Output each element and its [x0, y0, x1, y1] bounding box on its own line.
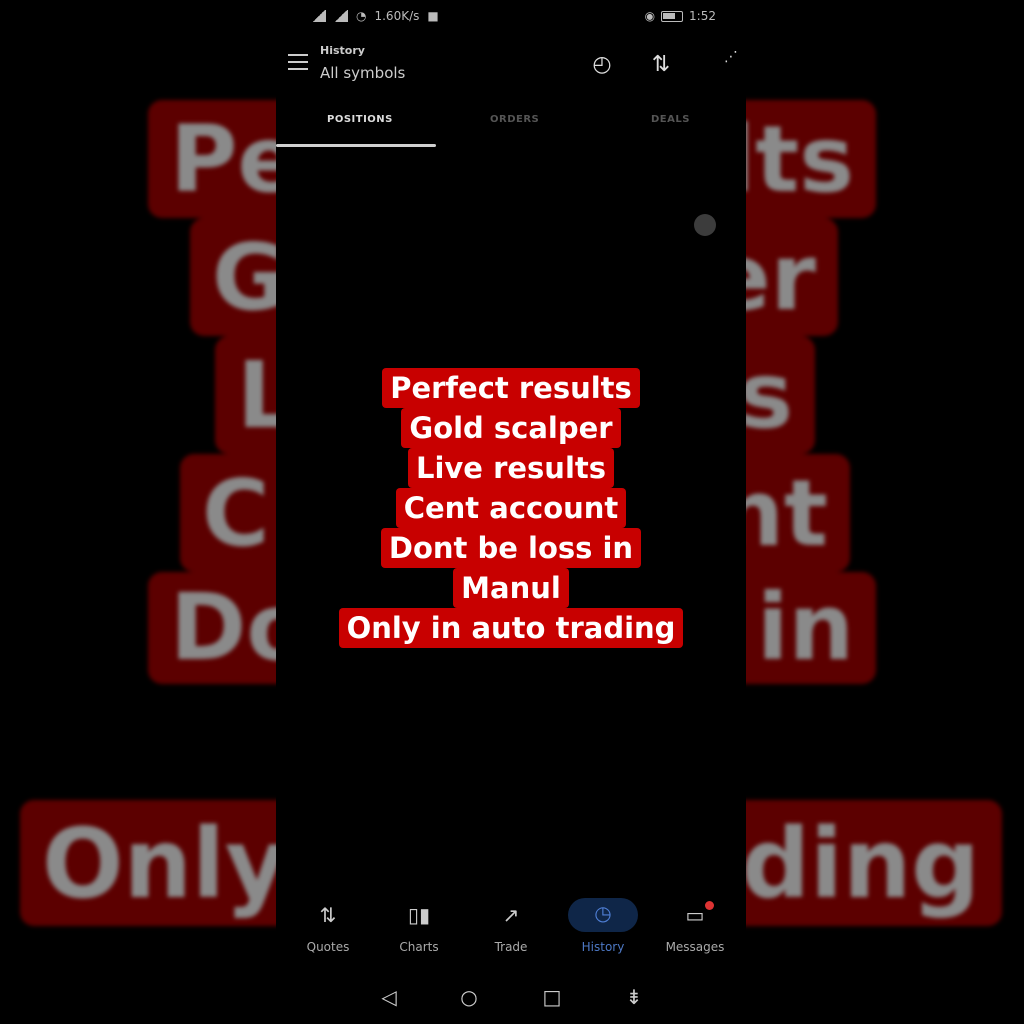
charts-icon: ▯▮	[407, 903, 430, 927]
wifi-icon: ◔	[356, 9, 367, 23]
tab-positions[interactable]: POSITIONS	[327, 114, 393, 125]
network-speed: 1.60K/s	[374, 9, 420, 23]
signal-icon	[312, 10, 326, 22]
nav-label: History	[581, 940, 625, 954]
back-icon[interactable]: ◁	[376, 984, 402, 1010]
notification-drawer-icon[interactable]: ⇟	[621, 984, 647, 1010]
caption-line: Manul	[453, 568, 569, 608]
caption-line: Perfect results	[382, 368, 640, 408]
caption-line: Live results	[407, 448, 615, 488]
history-tabs: POSITIONS ORDERS DEALS	[276, 106, 746, 148]
active-tab-indicator	[276, 144, 436, 147]
trade-icon: ↗	[502, 903, 520, 927]
caption-line: Cent account	[395, 488, 627, 528]
system-nav-bar: ◁ ○ □ ⇟	[276, 978, 746, 1018]
app-header: History All symbols ◴ ⇅ ⋰	[276, 38, 746, 94]
page-title: History	[320, 44, 365, 57]
phone-screen: ◔ 1.60K/s ■ ◉ 1:52 History All symbols ◴…	[276, 0, 746, 1024]
nav-label: Charts	[399, 940, 439, 954]
status-bar: ◔ 1.60K/s ■ ◉ 1:52	[276, 0, 746, 34]
notification-badge	[705, 901, 714, 910]
more-icon[interactable]: ⋰	[716, 50, 746, 80]
tab-deals[interactable]: DEALS	[651, 114, 690, 125]
menu-icon[interactable]	[288, 54, 308, 70]
nav-history[interactable]: ◷ History	[558, 896, 648, 954]
alarm-icon: ◉	[644, 9, 656, 23]
nav-label: Quotes	[306, 940, 350, 954]
scroll-indicator[interactable]	[694, 214, 716, 236]
nav-messages[interactable]: ▭ Messages	[650, 896, 740, 954]
history-icon: ◷	[568, 898, 638, 932]
signal-icon	[334, 10, 348, 22]
nav-charts[interactable]: ▯▮ Charts	[374, 896, 464, 954]
quotes-icon: ⇅	[319, 903, 337, 927]
symbol-filter[interactable]: All symbols	[320, 64, 405, 82]
period-clock-icon[interactable]: ◴	[587, 50, 617, 80]
nav-label: Messages	[665, 940, 725, 954]
clock-time: 1:52	[689, 9, 716, 23]
bottom-nav: ⇅ Quotes ▯▮ Charts ↗ Trade ◷ History ▭ M…	[276, 896, 746, 962]
recent-apps-icon[interactable]: □	[539, 984, 565, 1010]
tab-orders[interactable]: ORDERS	[490, 114, 539, 125]
nav-quotes[interactable]: ⇅ Quotes	[283, 896, 373, 954]
nav-trade[interactable]: ↗ Trade	[466, 896, 556, 954]
caption-line: Only in auto trading	[338, 608, 684, 648]
overlay-caption: Perfect results Gold scalper Live result…	[276, 368, 746, 648]
sort-icon[interactable]: ⇅	[646, 50, 676, 80]
nav-label: Trade	[494, 940, 528, 954]
home-icon[interactable]: ○	[456, 984, 482, 1010]
camera-icon: ■	[427, 9, 439, 23]
caption-line: Gold scalper	[401, 408, 621, 448]
messages-icon: ▭	[685, 903, 705, 927]
battery-icon	[661, 10, 684, 22]
caption-line: Dont be loss in	[380, 528, 642, 568]
